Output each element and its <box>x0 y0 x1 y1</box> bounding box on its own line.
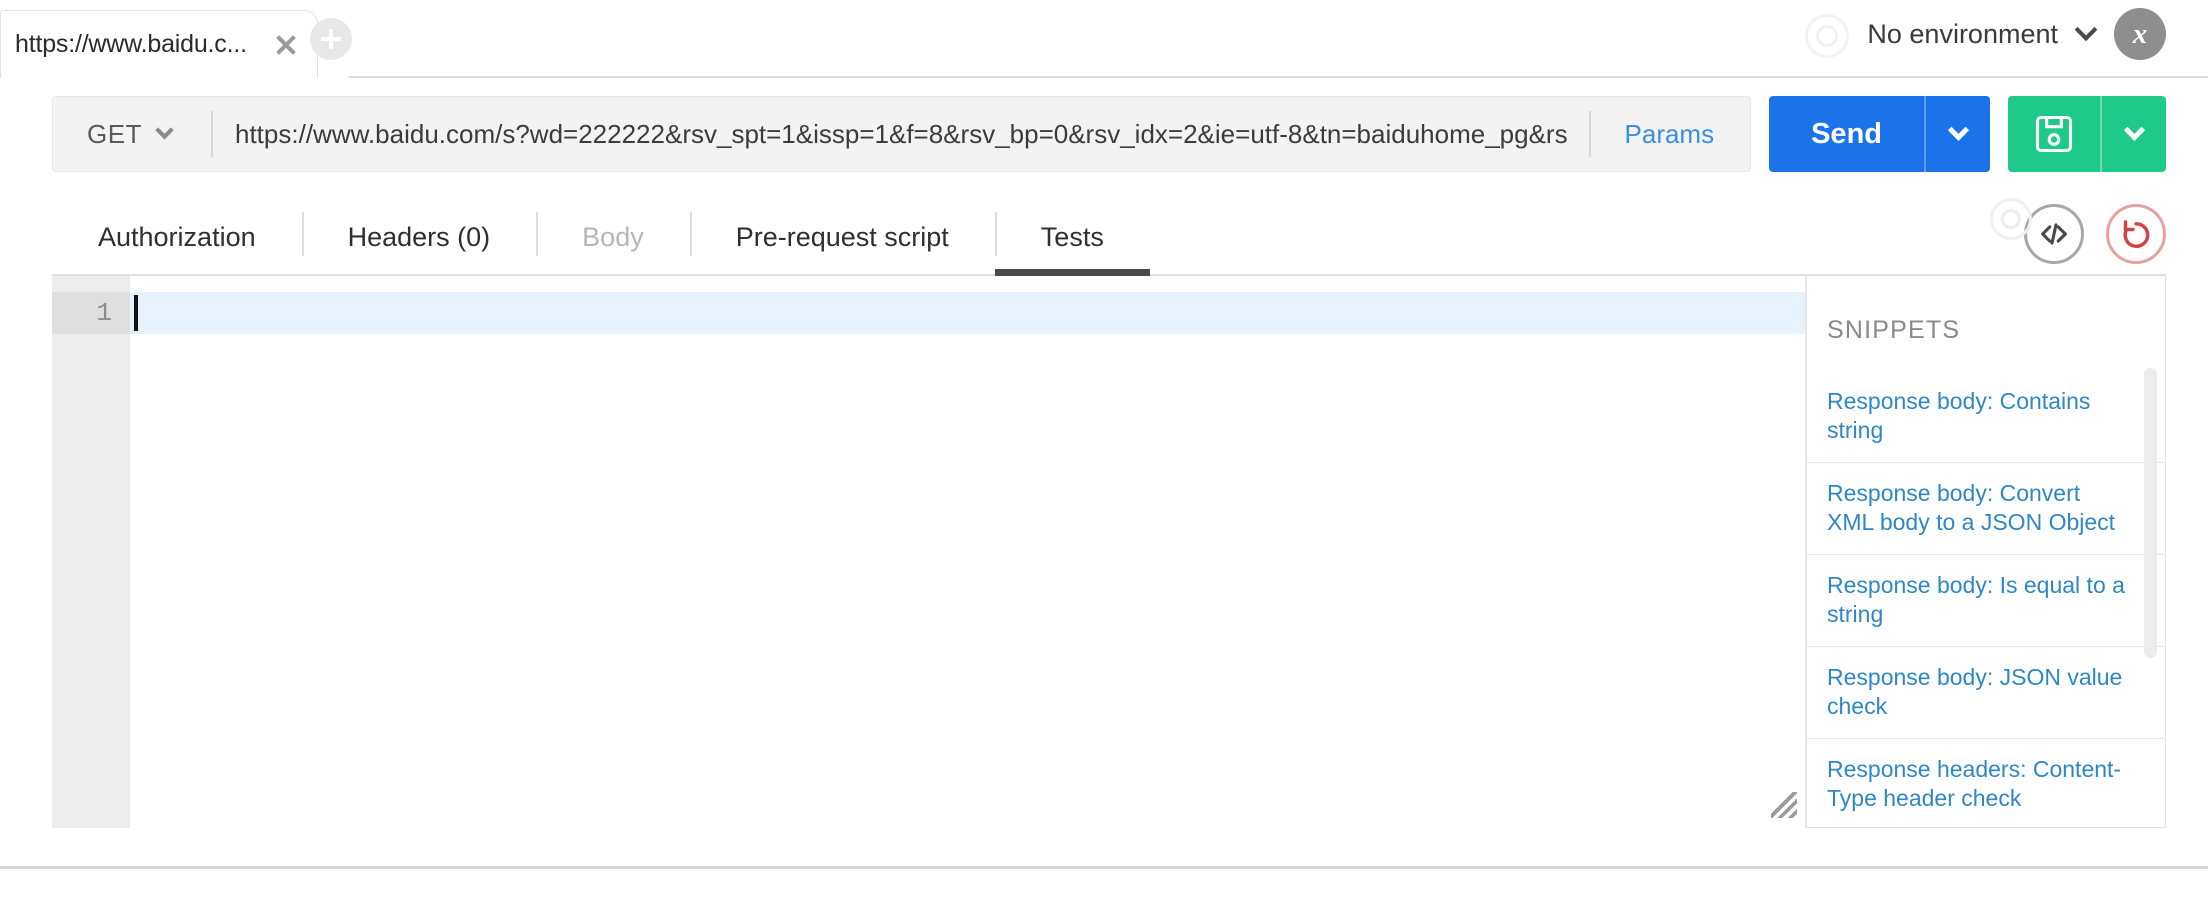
browser-tab-title: https://www.baidu.c... <box>15 30 247 58</box>
url-input[interactable] <box>235 118 1567 150</box>
plus-icon[interactable] <box>310 18 352 60</box>
script-editor[interactable]: 1 <box>52 276 1806 828</box>
tab-actions <box>1990 198 2166 264</box>
decorative-ring-icon <box>1990 198 2032 240</box>
tab-tests[interactable]: Tests <box>994 198 1150 276</box>
request-tab-bar: Authorization Headers (0) Body Pre-reque… <box>52 198 2166 276</box>
chevron-down-icon <box>155 120 174 139</box>
list-item[interactable]: Response headers: Content-Type header ch… <box>1807 737 2165 828</box>
snippets-scrollbar[interactable] <box>2144 368 2157 658</box>
undo-glyph <box>2123 220 2150 249</box>
snippets-title: SNIPPETS <box>1827 316 1961 344</box>
text-cursor <box>134 295 138 331</box>
list-item[interactable]: Response body: Contains string <box>1807 371 2165 462</box>
avatar[interactable]: x <box>2114 8 2166 60</box>
browser-tab-strip: https://www.baidu.c... No environment x <box>0 0 2208 78</box>
list-item[interactable]: Response body: Is equal to a string <box>1807 553 2165 646</box>
browser-tab[interactable]: https://www.baidu.c... <box>0 10 318 78</box>
editor-gutter: 1 <box>52 276 130 828</box>
save-dropdown-button[interactable] <box>2100 96 2166 172</box>
editor-active-line[interactable] <box>130 292 1805 334</box>
send-button[interactable]: Send <box>1769 96 1924 172</box>
url-box: GET Params <box>52 96 1752 172</box>
url-input-wrapper <box>213 97 1589 171</box>
tab-headers[interactable]: Headers (0) <box>301 198 537 276</box>
chevron-down-icon <box>2123 119 2145 141</box>
line-number: 1 <box>52 292 130 334</box>
save-button[interactable] <box>2008 96 2100 172</box>
snippets-list: Response body: Contains string Response … <box>1807 371 2165 828</box>
tab-body[interactable]: Body <box>536 198 690 276</box>
send-button-group: Send <box>1769 96 1990 172</box>
code-glyph <box>2041 223 2067 245</box>
tab-authorization[interactable]: Authorization <box>52 198 302 276</box>
editor-code-area[interactable] <box>130 276 1805 828</box>
list-item[interactable]: Response body: Convert XML body to a JSO… <box>1807 461 2165 554</box>
snippets-panel: SNIPPETS Response body: Contains string … <box>1806 276 2166 828</box>
http-method-label: GET <box>87 118 142 149</box>
tab-pre-request-script[interactable]: Pre-request script <box>689 198 995 276</box>
chevron-down-icon <box>1947 119 1969 141</box>
request-url-row: GET Params Send <box>0 78 2208 186</box>
save-button-group <box>2008 96 2166 172</box>
resize-grip-icon[interactable] <box>1771 792 1797 818</box>
decorative-ring-icon <box>1805 14 1850 58</box>
undo-reset-icon[interactable] <box>2106 204 2166 264</box>
environment-label[interactable]: No environment <box>1867 19 2058 50</box>
tests-work-area: 1 SNIPPETS Response body: Contains strin… <box>52 276 2166 828</box>
environment-selector-area: No environment x <box>1805 8 2166 60</box>
http-method-select[interactable]: GET <box>53 97 213 171</box>
params-button[interactable]: Params <box>1588 97 1751 171</box>
close-icon[interactable] <box>273 32 299 58</box>
list-item[interactable]: Response body: JSON value check <box>1807 645 2165 738</box>
bottom-divider <box>0 866 2208 869</box>
send-dropdown-button[interactable] <box>1924 96 1990 172</box>
code-brackets-icon[interactable] <box>2024 204 2084 264</box>
chevron-down-icon[interactable] <box>2074 18 2098 42</box>
floppy-disk-icon <box>2035 115 2073 153</box>
